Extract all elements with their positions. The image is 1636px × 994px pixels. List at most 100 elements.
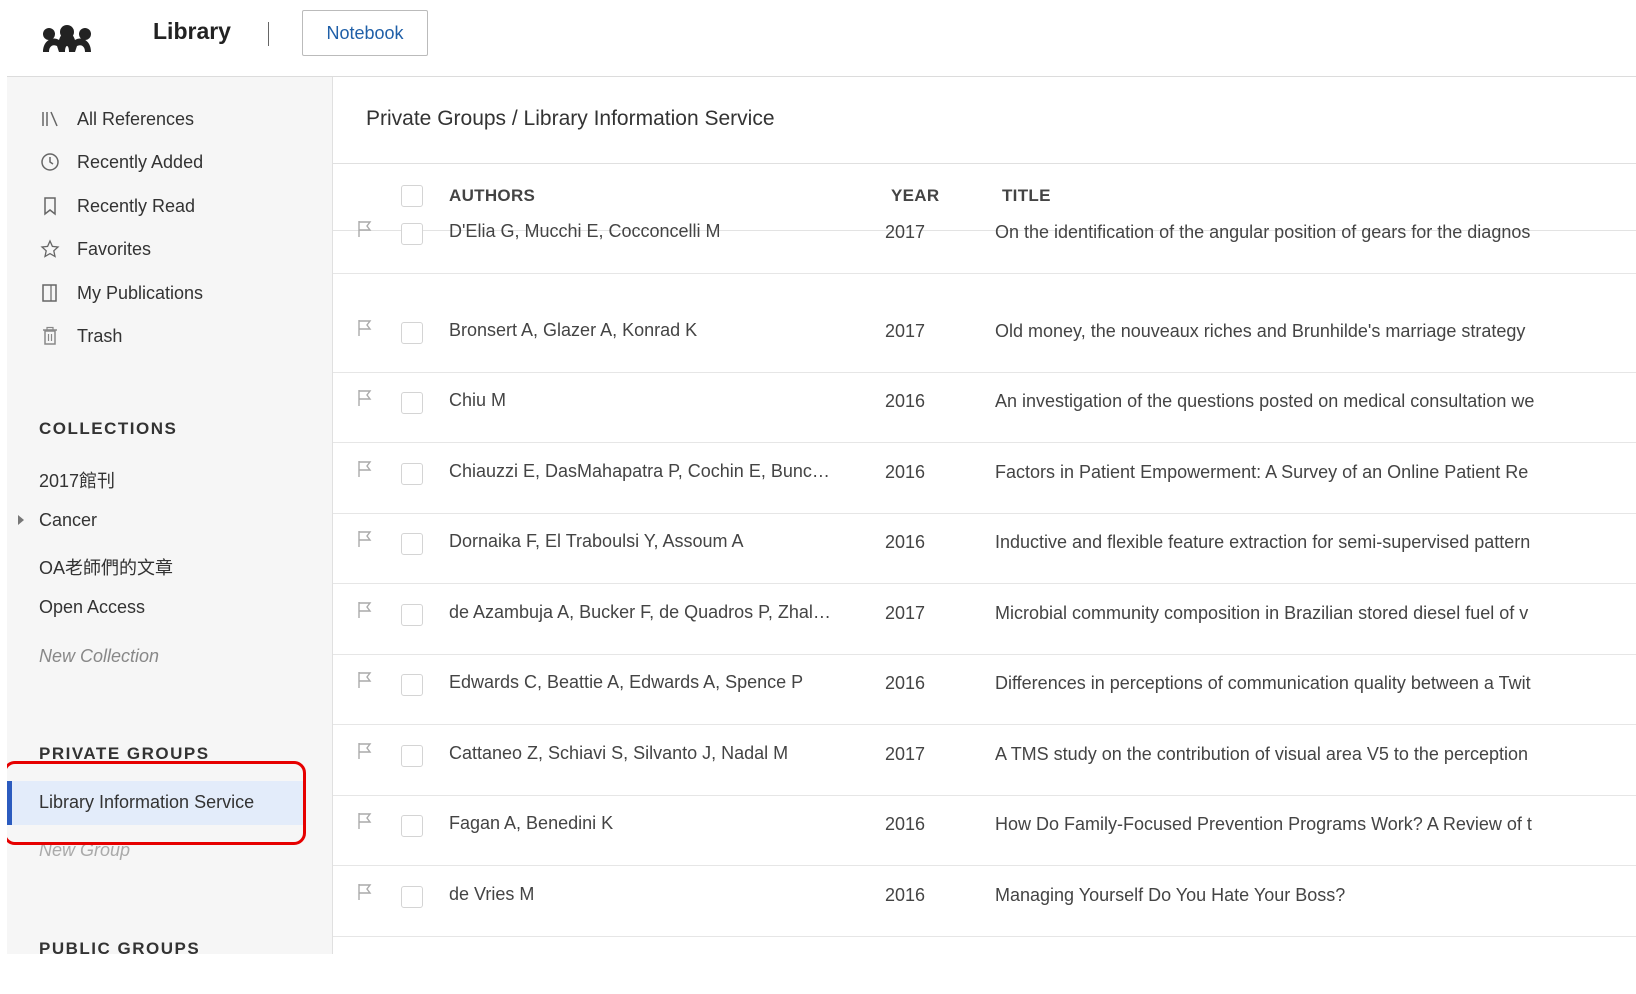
row-title: Differences in perceptions of communicat… [995, 673, 1531, 693]
table-row[interactable]: Chiauzzi E, DasMahapatra P, Cochin E, Bu… [333, 443, 1636, 514]
select-all-checkbox[interactable] [401, 185, 423, 207]
app-title: Library [153, 18, 231, 44]
flag-icon[interactable] [355, 600, 375, 620]
collection-item[interactable]: Open Access [39, 597, 145, 618]
collection-item[interactable]: 2017館刊 [39, 467, 115, 493]
sidebar-item-recently-added[interactable]: Recently Added [39, 147, 203, 177]
flag-icon[interactable] [355, 318, 375, 338]
row-title: Inductive and flexible feature extractio… [995, 532, 1531, 552]
expand-arrow-icon[interactable] [18, 515, 24, 525]
row-title: Managing Yourself Do You Hate Your Boss? [995, 884, 1346, 905]
table-row[interactable]: Bronsert A, Glazer A, Konrad K 2017 Old mo… [333, 302, 1636, 373]
table-row[interactable]: Cattaneo Z, Schiavi S, Silvanto J, Nadal… [333, 725, 1636, 796]
row-checkbox[interactable] [401, 223, 423, 245]
flag-icon[interactable] [355, 459, 375, 479]
breadcrumb: Private Groups / Library Information Ser… [366, 107, 775, 130]
row-authors: Chiu M [449, 390, 507, 410]
row-year: 2017 [885, 743, 926, 764]
row-year: 2016 [885, 391, 926, 411]
row-year: 2016 [885, 884, 926, 905]
sidebar-item-my-publications[interactable]: My Publications [39, 278, 203, 308]
collections-heading: COLLECTIONS [39, 419, 178, 438]
row-authors: de Azambuja A, Bucker F, de Quadros P, Z… [449, 601, 831, 622]
sidebar-item-label: Trash [77, 325, 123, 346]
top-bar: Library Notebook [7, 10, 1636, 77]
table-row[interactable]: Fagan A, Benedini K 2016 How Do Family-Foc… [333, 795, 1636, 866]
title-divider [268, 22, 269, 46]
app-window: Library Notebook All References Recently… [7, 10, 1636, 954]
sidebar-item-favorites[interactable]: Favorites [39, 234, 151, 264]
star-icon [39, 238, 61, 260]
sidebar-item-label: Favorites [77, 238, 152, 259]
row-authors: D'Elia G, Mucchi E, Cocconcelli M [449, 221, 721, 241]
sidebar-item-recently-read[interactable]: Recently Read [39, 191, 195, 221]
row-checkbox[interactable] [401, 674, 423, 696]
row-year: 2017 [885, 602, 926, 623]
table-row[interactable]: de Azambuja A, Bucker F, de Quadros P, Z… [333, 584, 1636, 655]
row-checkbox[interactable] [401, 392, 423, 414]
new-collection-link[interactable]: New Collection [39, 646, 159, 667]
group-item-library-information-service[interactable]: Library Information Service [7, 781, 305, 825]
column-header-year[interactable]: YEAR [891, 186, 939, 206]
sidebar-item-label: Recently Added [77, 151, 204, 172]
row-authors: Chiauzzi E, DasMahapatra P, Cochin E, Bu… [449, 460, 830, 481]
row-checkbox[interactable] [401, 815, 423, 837]
sidebar-item-all-references[interactable]: All References [39, 104, 194, 134]
row-year: 2016 [885, 673, 926, 693]
sidebar-item-label: Recently Read [77, 195, 196, 216]
row-year: 2016 [885, 532, 926, 552]
flag-icon[interactable] [355, 388, 375, 408]
collection-item[interactable]: Cancer [39, 510, 97, 531]
row-year: 2017 [885, 222, 926, 242]
row-authors: Dornaika F, El Traboulsi Y, Assoum A [449, 531, 744, 551]
row-title: On the identification of the angular pos… [995, 222, 1531, 242]
row-title: Factors in Patient Empowerment: A Survey… [995, 461, 1529, 482]
row-authors: Cattaneo Z, Schiavi S, Silvanto J, Nadal… [449, 742, 789, 763]
row-title: An investigation of the questions posted… [995, 391, 1535, 411]
flag-icon[interactable] [355, 741, 375, 761]
row-year: 2016 [885, 814, 926, 834]
new-group-link[interactable]: New Group [39, 840, 130, 861]
row-authors: de Vries M [449, 883, 535, 904]
flag-icon[interactable] [355, 811, 375, 831]
private-groups-heading: PRIVATE GROUPS [39, 744, 210, 763]
sidebar: All References Recently Added Recently R… [7, 77, 333, 954]
flag-icon[interactable] [355, 952, 375, 954]
clock-icon [39, 151, 61, 173]
main-panel: Private Groups / Library Information Ser… [333, 77, 1636, 954]
table-row[interactable]: Dornaika F, El Traboulsi Y, Assoum A 2016… [333, 513, 1636, 584]
mendeley-logo[interactable] [39, 18, 95, 58]
sidebar-item-label: All References [77, 108, 195, 129]
notebook-button[interactable]: Notebook [302, 10, 428, 56]
row-title: Microbial community composition in Brazi… [995, 602, 1529, 623]
row-title: Old money, the nouveaux riches and Brunh… [995, 320, 1526, 341]
row-authors: Bronsert A, Glazer A, Konrad K [449, 319, 698, 340]
sidebar-item-label: My Publications [77, 282, 204, 303]
flag-icon[interactable] [355, 882, 375, 902]
row-year: 2017 [885, 320, 926, 341]
bookmark-icon [39, 195, 61, 217]
row-authors: Edwards C, Beattie A, Edwards A, Spence … [449, 672, 804, 692]
column-header-authors[interactable]: AUTHORS [449, 186, 535, 206]
sidebar-item-trash[interactable]: Trash [39, 321, 122, 351]
table-row[interactable]: Edwards C, Beattie A, Edwards A, Spence … [333, 654, 1636, 725]
table-row[interactable]: Chiu M 2016 An investigation of the questi… [333, 372, 1636, 443]
flag-icon[interactable] [355, 529, 375, 549]
column-header-title[interactable]: TITLE [1002, 186, 1051, 206]
flag-icon[interactable] [355, 219, 375, 239]
collection-item[interactable]: OA老師們的文章 [39, 554, 173, 580]
row-checkbox[interactable] [401, 462, 423, 485]
flag-icon[interactable] [355, 670, 375, 690]
row-checkbox[interactable] [401, 533, 423, 555]
row-checkbox[interactable] [401, 744, 423, 767]
library-icon [39, 108, 61, 130]
table-row[interactable]: de Vries M 2016 Managing Yourself Do You H… [333, 866, 1636, 937]
row-year: 2016 [885, 461, 926, 482]
table-row[interactable]: Cohen L, Manion L, Morrison K2007Researc… [333, 936, 1636, 954]
row-authors: Fagan A, Benedini K [449, 813, 614, 833]
row-title: How Do Family-Focused Prevention Program… [995, 814, 1532, 834]
table-row[interactable]: D'Elia G, Mucchi E, Cocconcelli M 2017 On … [333, 217, 1636, 274]
row-checkbox[interactable] [401, 603, 423, 626]
row-checkbox[interactable] [401, 885, 423, 908]
row-checkbox[interactable] [401, 321, 423, 344]
